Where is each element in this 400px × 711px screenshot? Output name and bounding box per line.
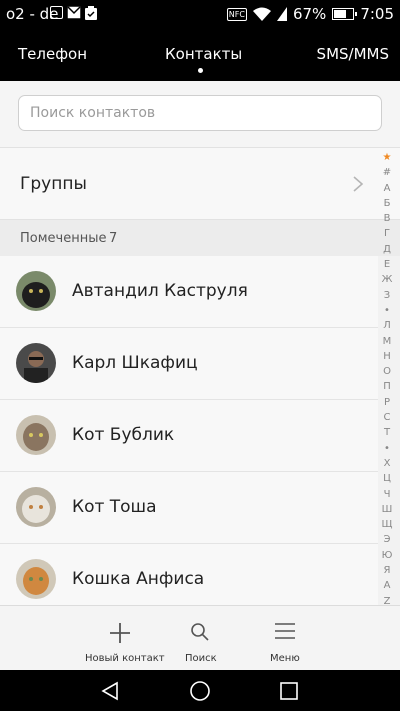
- search-button[interactable]: Поиск: [180, 606, 220, 671]
- home-icon[interactable]: [189, 680, 211, 702]
- index-letter[interactable]: С: [380, 410, 394, 425]
- nfc-icon: NFC: [226, 7, 247, 21]
- index-letter[interactable]: М: [380, 334, 394, 349]
- index-letter[interactable]: Ж: [380, 272, 394, 287]
- contact-row[interactable]: Автандил Каструля: [0, 256, 378, 328]
- index-letter[interactable]: A: [380, 578, 394, 593]
- back-icon[interactable]: [100, 681, 120, 701]
- index-dot[interactable]: •: [380, 441, 394, 456]
- battery-percent: 67%: [292, 5, 327, 23]
- index-letter[interactable]: #: [380, 165, 394, 180]
- contact-name: Кошка Анфиса: [72, 569, 205, 589]
- favorites-title: Помеченные: [20, 231, 107, 246]
- search-area: Поиск контактов: [0, 81, 400, 148]
- avatar: [16, 415, 56, 455]
- index-letter[interactable]: Я: [380, 563, 394, 578]
- index-letter[interactable]: З: [380, 288, 394, 303]
- index-dot[interactable]: •: [380, 303, 394, 318]
- index-star[interactable]: ★: [380, 150, 394, 165]
- groups-row[interactable]: Группы: [0, 148, 400, 220]
- avatar: [16, 343, 56, 383]
- avatar: [16, 487, 56, 527]
- search-icon: [191, 623, 209, 641]
- menu-button[interactable]: Меню: [265, 606, 305, 671]
- contact-name: Автандил Каструля: [72, 281, 248, 301]
- index-letter[interactable]: П: [380, 379, 394, 394]
- alphabet-index[interactable]: ★ # А Б В Г Д Е Ж З • Л М Н О П Р С Т • …: [380, 150, 394, 609]
- index-letter[interactable]: Р: [380, 395, 394, 410]
- status-bar: o2 - de NFC 67% 7:05: [0, 0, 400, 28]
- clock: 7:05: [360, 5, 394, 23]
- menu-icon: [275, 623, 295, 639]
- tab-contacts[interactable]: Контакты: [165, 45, 242, 63]
- wifi-icon: [252, 7, 271, 21]
- new-contact-label: Новый контакт: [85, 653, 165, 664]
- tab-phone[interactable]: Телефон: [18, 45, 87, 63]
- contact-list: Автандил Каструля Карл Шкафиц Кот Бублик…: [0, 256, 378, 616]
- contact-name: Кот Бублик: [72, 425, 175, 445]
- index-letter[interactable]: Ю: [380, 548, 394, 563]
- plus-icon: [110, 623, 130, 643]
- index-letter[interactable]: Е: [380, 257, 394, 272]
- signal-icon: [276, 7, 287, 21]
- index-letter[interactable]: Г: [380, 226, 394, 241]
- recents-icon[interactable]: [280, 682, 298, 700]
- index-letter[interactable]: Н: [380, 349, 394, 364]
- menu-label: Меню: [270, 653, 300, 664]
- groups-label: Группы: [20, 174, 87, 194]
- search-label: Поиск: [185, 653, 217, 664]
- avatar: [16, 559, 56, 599]
- index-letter[interactable]: Л: [380, 318, 394, 333]
- contact-row[interactable]: Кот Тоша: [0, 472, 378, 544]
- tab-sms[interactable]: SMS/MMS: [317, 45, 389, 63]
- clipboard-icon: [85, 6, 97, 20]
- index-letter[interactable]: Ц: [380, 471, 394, 486]
- new-contact-button[interactable]: Новый контакт: [80, 606, 165, 671]
- index-letter[interactable]: Х: [380, 456, 394, 471]
- navigation-bar: [0, 670, 400, 711]
- favorites-count: 7: [109, 231, 118, 246]
- search-input[interactable]: Поиск контактов: [18, 95, 382, 131]
- contact-row[interactable]: Кот Бублик: [0, 400, 378, 472]
- chevron-right-icon: [353, 176, 364, 192]
- index-letter[interactable]: В: [380, 211, 394, 226]
- index-letter[interactable]: Щ: [380, 517, 394, 532]
- avatar: [16, 271, 56, 311]
- contact-name: Кот Тоша: [72, 497, 157, 517]
- index-letter[interactable]: Д: [380, 242, 394, 257]
- contact-row[interactable]: Карл Шкафиц: [0, 328, 378, 400]
- battery-icon: [332, 8, 358, 20]
- active-tab-indicator: [198, 68, 203, 73]
- index-letter[interactable]: Б: [380, 196, 394, 211]
- index-letter[interactable]: Ш: [380, 502, 394, 517]
- index-letter[interactable]: А: [380, 181, 394, 196]
- index-letter[interactable]: Т: [380, 425, 394, 440]
- index-letter[interactable]: Ч: [380, 487, 394, 502]
- mail-icon: [67, 6, 81, 19]
- index-letter[interactable]: О: [380, 364, 394, 379]
- image-icon: [50, 6, 63, 19]
- index-letter[interactable]: Э: [380, 532, 394, 547]
- favorites-header: Помеченные 7: [0, 220, 400, 256]
- contact-name: Карл Шкафиц: [72, 353, 198, 373]
- bottom-action-bar: Новый контакт Поиск Меню: [0, 605, 400, 671]
- tab-bar: Телефон Контакты SMS/MMS: [0, 28, 400, 81]
